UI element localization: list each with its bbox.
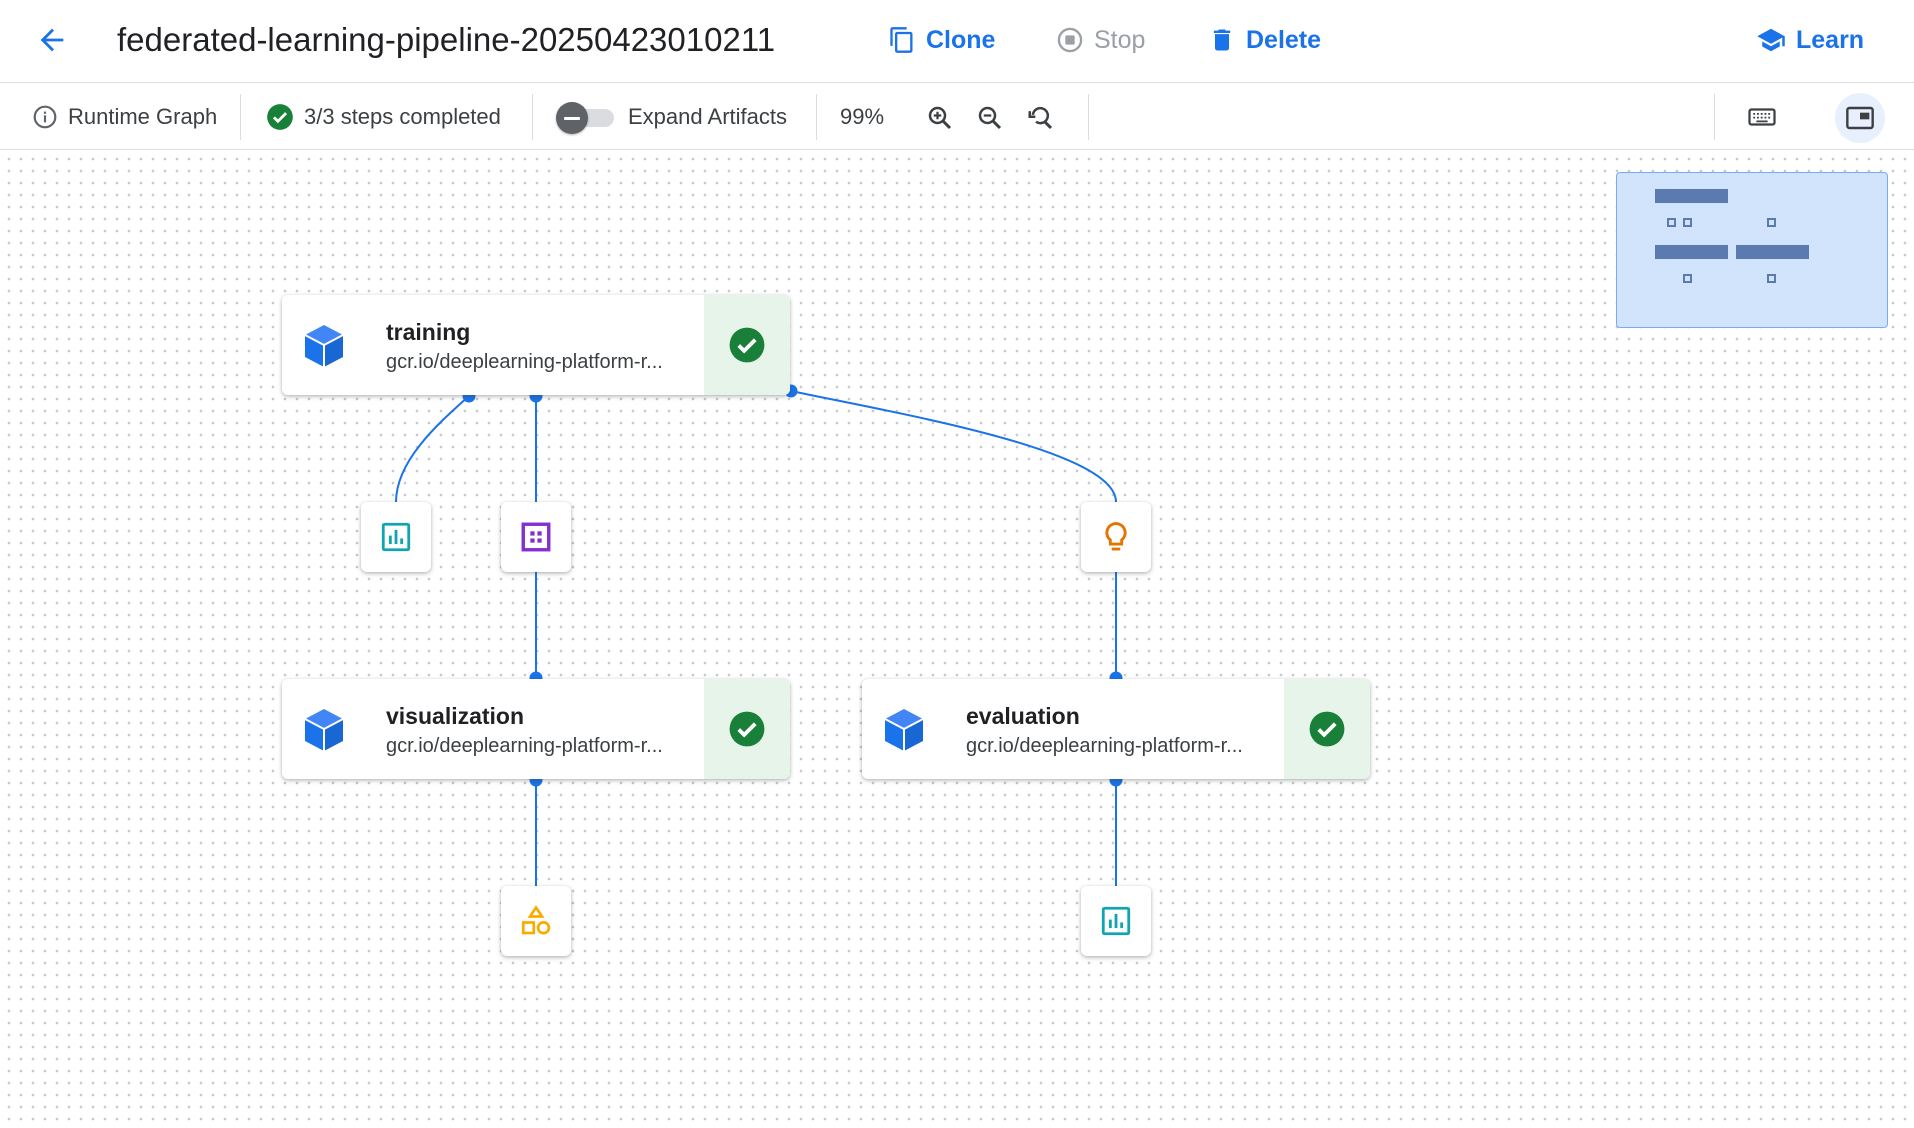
learn-label: Learn: [1796, 25, 1865, 54]
node-evaluation[interactable]: evaluation gcr.io/deeplearning-platform-…: [862, 679, 1370, 779]
node-name: evaluation: [966, 703, 1080, 729]
artifact-metrics[interactable]: [361, 502, 431, 572]
artifact-generic[interactable]: [501, 886, 571, 956]
minimap-artifact: [1667, 218, 1676, 227]
check-circle-icon: [729, 711, 765, 747]
dataset-icon: [521, 522, 551, 552]
delete-button[interactable]: Delete: [1208, 20, 1321, 60]
info-icon: [33, 105, 57, 129]
back-button[interactable]: [30, 18, 74, 62]
zoom-level-value: 99%: [840, 104, 885, 129]
check-circle-icon: [1309, 711, 1345, 747]
steps-status: 3/3 steps completed: [266, 84, 501, 150]
minimap-artifact: [1683, 218, 1692, 227]
node-name: visualization: [386, 703, 525, 729]
toolbar-divider: [816, 94, 817, 140]
toolbar-divider: [1714, 94, 1715, 140]
component-cube-icon: [304, 709, 344, 751]
toggle-switch[interactable]: [556, 102, 618, 134]
component-cube-icon: [884, 709, 924, 751]
pipeline-header: federated-learning-pipeline-202504230102…: [0, 0, 1914, 83]
minimap-artifact: [1767, 274, 1776, 283]
edge-training-model: [790, 390, 1117, 503]
node-name: training: [386, 319, 471, 345]
delete-label: Delete: [1246, 25, 1322, 54]
runtime-graph-info[interactable]: Runtime Graph: [32, 84, 217, 150]
artifact-model[interactable]: [1081, 502, 1151, 572]
toolbar-divider: [532, 94, 533, 140]
learn-button[interactable]: Learn: [1756, 20, 1864, 60]
toolbar-divider: [1088, 94, 1089, 140]
arrow-back-icon: [40, 28, 64, 52]
expand-artifacts-toggle[interactable]: Expand Artifacts: [556, 84, 787, 150]
keyboard-shortcuts-button[interactable]: [1737, 94, 1787, 140]
zoom-in-button[interactable]: [920, 98, 960, 138]
graph-canvas[interactable]: training gcr.io/deeplearning-platform-r.…: [0, 150, 1914, 1128]
zoom-in-icon: [928, 106, 952, 130]
stop-label: Stop: [1094, 25, 1146, 54]
picture-in-picture-icon: [1846, 106, 1874, 130]
trash-icon: [1213, 29, 1231, 51]
expand-artifacts-label: Expand Artifacts: [628, 104, 787, 129]
node-image: gcr.io/deeplearning-platform-r...: [386, 351, 663, 373]
minimap-toggle-button[interactable]: [1835, 93, 1885, 143]
reset-zoom-button[interactable]: [1021, 98, 1061, 138]
artifact-dataset[interactable]: [501, 502, 571, 572]
toolbar-divider: [240, 94, 241, 140]
minimap-node: [1655, 245, 1728, 259]
graph-minimap[interactable]: [1616, 172, 1888, 328]
school-icon: [1757, 28, 1785, 52]
graph-toolbar: Runtime Graph 3/3 steps completed Expand…: [0, 84, 1914, 150]
stop-circle-icon: [1057, 27, 1083, 53]
node-training[interactable]: training gcr.io/deeplearning-platform-r.…: [282, 295, 790, 395]
runtime-graph-label: Runtime Graph: [68, 104, 218, 129]
copy-icon: [890, 27, 913, 53]
pipeline-title: federated-learning-pipeline-202504230102…: [117, 21, 776, 58]
shapes-icon: [521, 905, 551, 935]
keyboard-icon: [1748, 108, 1776, 126]
minimap-node: [1736, 245, 1809, 259]
zoom-out-icon: [978, 106, 1002, 130]
minimap-artifact: [1683, 274, 1692, 283]
clone-button[interactable]: Clone: [888, 20, 995, 60]
check-circle-icon: [729, 327, 765, 363]
lightbulb-icon: [1105, 522, 1127, 551]
minimap-node: [1655, 189, 1728, 203]
node-status: [704, 295, 790, 395]
artifact-metrics[interactable]: [1081, 886, 1151, 956]
node-visualization[interactable]: visualization gcr.io/deeplearning-platfo…: [282, 679, 790, 779]
edge-training-metrics: [395, 395, 470, 503]
node-image: gcr.io/deeplearning-platform-r...: [386, 735, 663, 757]
clone-label: Clone: [926, 25, 996, 54]
steps-status-label: 3/3 steps completed: [304, 104, 501, 129]
zoom-out-button[interactable]: [970, 98, 1010, 138]
node-status: [1284, 679, 1370, 779]
stop-button[interactable]: Stop: [1056, 20, 1145, 60]
node-status: [704, 679, 790, 779]
metrics-icon: [381, 522, 411, 552]
node-image: gcr.io/deeplearning-platform-r...: [966, 735, 1243, 757]
toggle-knob: [556, 102, 588, 134]
metrics-icon: [1101, 906, 1131, 936]
minimap-artifact: [1767, 218, 1776, 227]
zoom-level: 99%: [840, 84, 884, 150]
check-circle-icon: [267, 104, 293, 130]
component-cube-icon: [304, 325, 344, 367]
reset-zoom-icon: [1028, 106, 1053, 130]
